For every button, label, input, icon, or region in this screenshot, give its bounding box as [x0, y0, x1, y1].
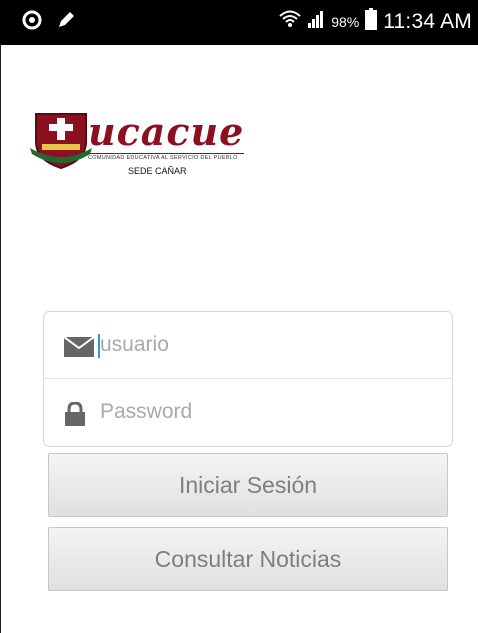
- login-form: [43, 311, 453, 447]
- signal-icon: [307, 9, 325, 34]
- username-field: [44, 312, 452, 379]
- logo-tagline: COMUNIDAD EDUCATIVA AL SERVICIO DEL PUEB…: [88, 155, 238, 161]
- logo-divider: [88, 153, 244, 154]
- battery-icon: [365, 8, 378, 35]
- status-left: [22, 10, 76, 35]
- crest-icon: [30, 113, 92, 170]
- password-field: [44, 379, 452, 445]
- login-button[interactable]: Iniciar Sesión: [48, 453, 448, 517]
- status-right: 98% 11:34 AM: [279, 8, 472, 35]
- envelope-icon: [63, 336, 95, 362]
- campus-label: SEDE CAÑAR: [128, 166, 187, 176]
- wifi-icon: [279, 8, 301, 35]
- clock: 11:34 AM: [383, 9, 472, 33]
- logo-wordmark: ucacue: [88, 109, 245, 154]
- password-input[interactable]: [100, 393, 430, 431]
- screen-edge: [0, 45, 1, 633]
- pen-icon: [56, 10, 76, 35]
- username-input[interactable]: [100, 326, 430, 364]
- status-bar: 98% 11:34 AM: [0, 0, 478, 45]
- battery-percent: 98%: [331, 13, 360, 30]
- circle-notification-icon: [22, 10, 42, 35]
- news-button[interactable]: Consultar Noticias: [48, 527, 448, 591]
- lock-icon: [64, 401, 86, 431]
- ucacue-logo: ucacue COMUNIDAD EDUCATIVA AL SERVICIO D…: [30, 108, 260, 188]
